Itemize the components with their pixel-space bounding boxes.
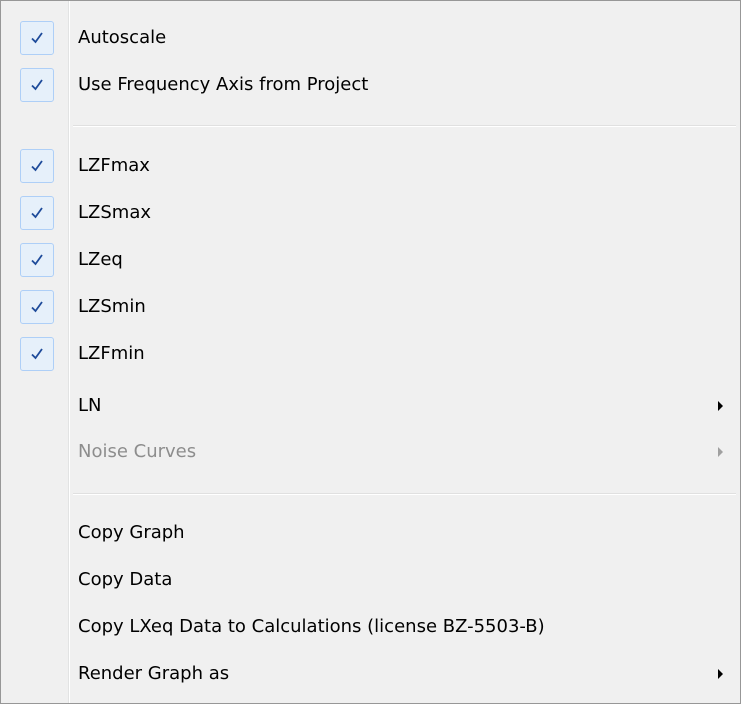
checkmark-icon	[20, 196, 54, 230]
checkmark-icon	[20, 68, 54, 102]
menu-separator	[73, 125, 736, 127]
menu-item-label: LN	[78, 395, 102, 416]
context-menu: Autoscale Use Frequency Axis from Projec…	[0, 0, 741, 704]
checkmark-icon	[20, 21, 54, 55]
menu-item-copy-graph[interactable]: Copy Graph	[4, 511, 737, 555]
checkmark-icon	[20, 243, 54, 277]
menu-item-label: LZeq	[78, 249, 123, 270]
menu-item-label: Copy Data	[78, 569, 173, 590]
checkmark-icon	[20, 337, 54, 371]
menu-item-lzfmin[interactable]: LZFmin	[4, 332, 737, 376]
menu-item-copy-data[interactable]: Copy Data	[4, 558, 737, 602]
menu-item-label: LZSmax	[78, 202, 152, 223]
menu-item-lzsmax[interactable]: LZSmax	[4, 191, 737, 235]
menu-item-label: LZFmin	[78, 343, 145, 364]
submenu-arrow-icon	[718, 447, 723, 457]
menu-item-use-frequency-axis[interactable]: Use Frequency Axis from Project	[4, 63, 737, 107]
menu-item-label: Copy Graph	[78, 522, 185, 543]
menu-item-label: Render Graph as	[78, 663, 230, 684]
menu-separator	[73, 493, 736, 495]
menu-item-render-graph-as[interactable]: Render Graph as	[4, 652, 737, 696]
menu-item-noise-curves: Noise Curves	[4, 430, 737, 474]
checkmark-icon	[20, 290, 54, 324]
menu-item-label: LZFmax	[78, 155, 150, 176]
menu-item-label: Autoscale	[78, 27, 167, 48]
menu-item-lzsmin[interactable]: LZSmin	[4, 285, 737, 329]
menu-item-copy-lxeq-data[interactable]: Copy LXeq Data to Calculations (license …	[4, 605, 737, 649]
menu-item-label: LZSmin	[78, 296, 146, 317]
menu-item-lzeq[interactable]: LZeq	[4, 238, 737, 282]
menu-item-ln[interactable]: LN	[4, 384, 737, 428]
checkmark-icon	[20, 149, 54, 183]
submenu-arrow-icon	[718, 401, 723, 411]
submenu-arrow-icon	[718, 669, 723, 679]
menu-item-label: Copy LXeq Data to Calculations (license …	[78, 616, 545, 637]
menu-item-label: Noise Curves	[78, 441, 197, 462]
menu-item-label: Use Frequency Axis from Project	[78, 74, 369, 95]
menu-item-autoscale[interactable]: Autoscale	[4, 16, 737, 60]
menu-item-lzfmax[interactable]: LZFmax	[4, 144, 737, 188]
